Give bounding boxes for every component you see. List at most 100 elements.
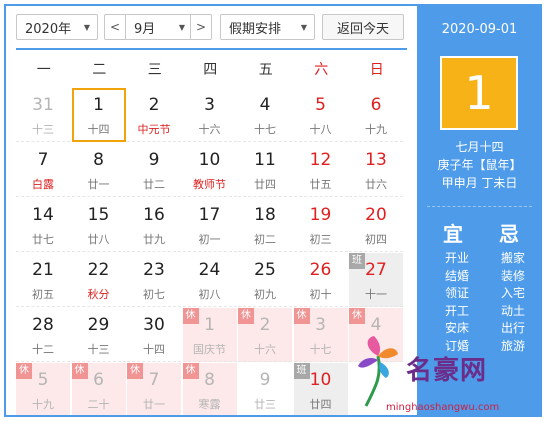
day-cell[interactable]: 15 廿八 <box>71 198 126 252</box>
day-number: 2 <box>259 315 271 335</box>
weekday-label: 五 <box>258 62 273 78</box>
month-select[interactable]: 9月 ▼ <box>125 15 191 39</box>
day-number: 3 <box>315 315 326 335</box>
day-cell[interactable]: 11 廿四 <box>238 143 292 197</box>
day-cell[interactable]: 休 8 寒露 <box>182 363 237 415</box>
day-number: 8 <box>93 150 104 170</box>
day-number: 25 <box>254 260 276 280</box>
ji-item: 动土 <box>500 303 525 318</box>
day-cell[interactable]: 22 秋分 <box>71 253 126 307</box>
day-number: 1 <box>93 95 104 115</box>
day-cell[interactable]: 5 十八 <box>293 88 348 142</box>
day-cell[interactable]: 13 廿六 <box>349 143 403 197</box>
back-to-today-button[interactable]: 返回今天 <box>322 14 404 40</box>
day-cell[interactable]: 1 十四 <box>71 88 126 142</box>
day-cell[interactable]: 班 27 十一 <box>349 253 403 307</box>
day-cell[interactable]: 25 初九 <box>238 253 292 307</box>
prev-month-button[interactable]: < <box>105 15 125 39</box>
day-cell[interactable]: 10 教师节 <box>182 143 237 197</box>
day-cell[interactable]: 休 3 十七 <box>293 308 348 362</box>
ji-heading: 忌 <box>499 222 519 246</box>
day-cell[interactable]: 休 7 廿一 <box>127 363 181 415</box>
day-cell[interactable]: 20 初四 <box>349 198 403 252</box>
lunar-label: 初三 <box>309 233 332 246</box>
weekday-label: 三 <box>147 62 162 78</box>
day-number: 14 <box>32 205 54 225</box>
day-cell[interactable]: 14 廿七 <box>16 198 70 252</box>
day-number: 13 <box>365 150 387 170</box>
lunar-label: 十七 <box>309 343 332 356</box>
day-cell[interactable]: 31 十三 <box>16 88 70 142</box>
ganzhi-year: 庚子年【鼠年】 <box>437 158 522 172</box>
day-cell[interactable]: 休 6 二十 <box>71 363 126 415</box>
day-cell[interactable]: 30 十四 <box>127 308 181 362</box>
day-cell[interactable]: 28 十二 <box>16 308 70 362</box>
next-month-button[interactable]: > <box>191 15 211 39</box>
day-number: 6 <box>93 370 104 390</box>
day-cell[interactable]: 12 廿五 <box>293 143 348 197</box>
lunar-label: 廿二 <box>143 178 165 191</box>
lunar-label: 十六 <box>198 123 221 136</box>
lunar-date: 七月十四 <box>455 140 504 154</box>
day-cell[interactable]: 4 十七 <box>238 88 292 142</box>
day-cell[interactable]: 7 白露 <box>16 143 70 197</box>
yi-heading: 宜 <box>443 222 463 246</box>
day-cell[interactable]: 29 十三 <box>71 308 126 362</box>
day-cell[interactable]: 17 初一 <box>182 198 237 252</box>
lunar-label: 十八 <box>309 123 332 136</box>
day-number: 31 <box>32 95 54 115</box>
day-cell[interactable]: 26 初十 <box>293 253 348 307</box>
big-day-number: 1 <box>440 56 518 130</box>
day-number: 19 <box>309 205 332 225</box>
year-select[interactable]: 2020年 ▼ <box>16 14 98 40</box>
lunar-label: 教师节 <box>193 178 226 191</box>
ji-item: 旅游 <box>500 338 525 353</box>
day-cell[interactable]: 8 廿一 <box>71 143 126 197</box>
ji-item: 搬家 <box>500 251 525 265</box>
lunar-label: 初八 <box>198 288 221 301</box>
weekday-label: 一 <box>36 62 51 78</box>
holiday-select[interactable]: 假期安排 ▼ <box>220 14 315 40</box>
day-cell[interactable]: 休 2 十六 <box>238 308 292 362</box>
day-number: 5 <box>37 370 49 390</box>
day-cell[interactable]: 6 十九 <box>349 88 403 142</box>
day-number: 9 <box>148 150 160 170</box>
weekday-header: 一二三四五六日 <box>16 56 405 84</box>
lunar-label: 十四 <box>87 123 110 136</box>
lunar-label: 十一 <box>365 288 387 301</box>
day-cell[interactable]: 9 廿二 <box>127 143 181 197</box>
day-number: 3 <box>204 95 215 115</box>
chevron-left-icon: < <box>109 20 121 34</box>
day-cell[interactable]: 2 中元节 <box>127 88 181 142</box>
lunar-label: 廿一 <box>143 398 165 411</box>
day-cell[interactable]: 16 廿九 <box>127 198 181 252</box>
lunar-label: 十九 <box>365 123 387 136</box>
day-cell[interactable]: 班 10 廿四 <box>293 363 348 415</box>
day-number: 9 <box>259 370 271 390</box>
lunar-label: 廿四 <box>254 178 276 191</box>
day-cell[interactable]: 23 初七 <box>127 253 181 307</box>
lunar-label: 廿九 <box>143 233 165 246</box>
lunar-label: 廿七 <box>32 233 54 246</box>
calendar-widget: 2020年 ▼ < 9月 ▼ > 假期安排 ▼ 返回今天 一二三四五六日 31 十… <box>4 4 542 417</box>
month-picker: < 9月 ▼ > <box>104 14 212 40</box>
day-cell[interactable]: 18 初二 <box>238 198 292 252</box>
toolbar: 2020年 ▼ < 9月 ▼ > 假期安排 ▼ 返回今天 <box>16 14 416 42</box>
weekday-label: 二 <box>92 62 107 78</box>
day-cell[interactable]: 休 1 国庆节 <box>182 308 237 362</box>
day-cell[interactable]: 3 十六 <box>182 88 237 142</box>
day-number: 22 <box>87 260 110 280</box>
day-cell[interactable]: 21 初五 <box>16 253 70 307</box>
day-cell[interactable]: 19 初三 <box>293 198 348 252</box>
holiday-value: 假期安排 <box>229 21 282 37</box>
day-cell[interactable]: 9 廿三 <box>238 363 292 415</box>
yi-item: 开业 <box>444 251 469 265</box>
lunar-label: 十四 <box>143 343 165 356</box>
weekday-label: 六 <box>314 62 329 78</box>
yi-item: 安床 <box>444 321 469 335</box>
header-divider <box>16 48 407 50</box>
day-cell[interactable]: 24 初八 <box>182 253 237 307</box>
day-cell[interactable]: 休4 <box>349 308 403 362</box>
day-cell[interactable]: 休 5 十九 <box>16 363 70 415</box>
day-number: 23 <box>143 260 165 280</box>
